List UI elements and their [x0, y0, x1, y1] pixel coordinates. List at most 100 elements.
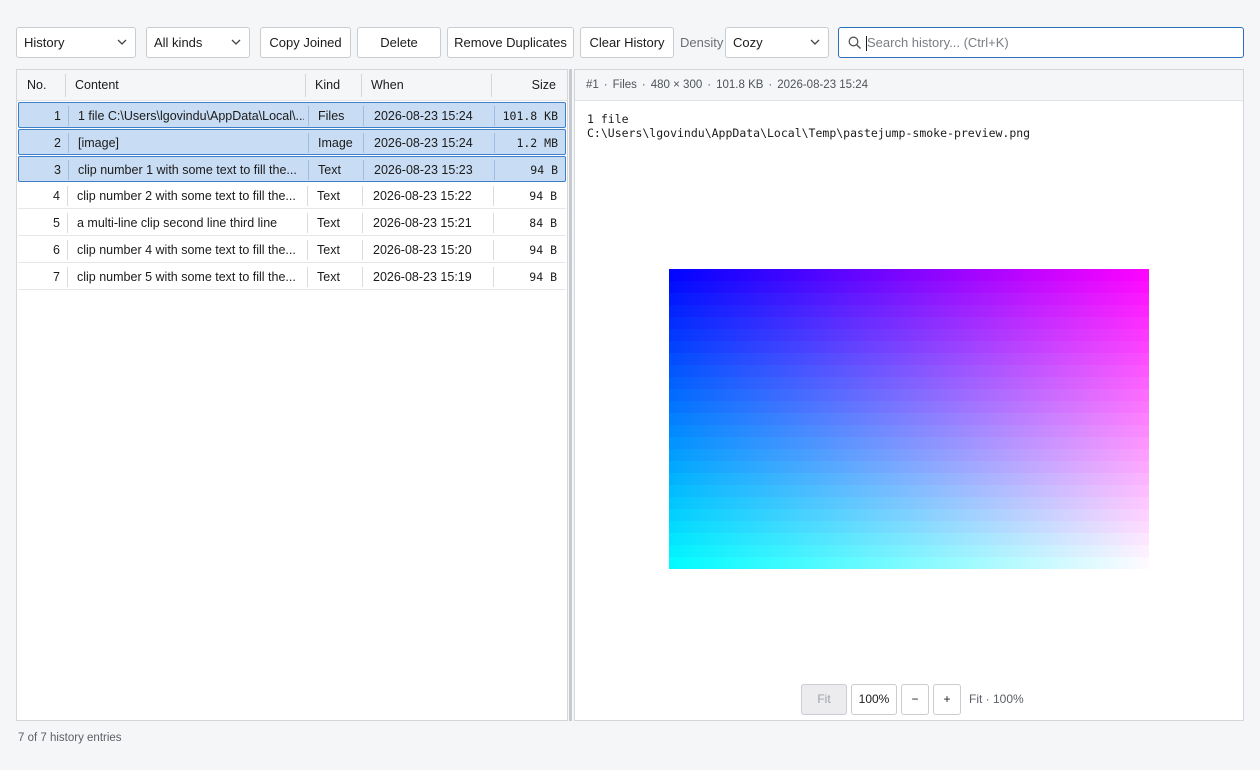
column-divider[interactable]: [491, 74, 492, 97]
cell-kind: Text: [317, 216, 340, 230]
cell-when: 2026-08-23 15:24: [374, 109, 473, 123]
table-row[interactable]: 7 clip number 5 with some text to fill th…: [18, 264, 566, 290]
gradient-band: [669, 485, 1149, 498]
density-select[interactable]: Cozy: [725, 27, 829, 58]
cell-divider: [362, 213, 363, 233]
cell-kind: Text: [317, 243, 340, 257]
zoom-100-button[interactable]: 100%: [851, 684, 897, 715]
text-caret: [866, 36, 867, 51]
gradient-band: [669, 413, 1149, 426]
table-row[interactable]: 1 1 file C:\Users\lgovindu\AppData\Local\…: [18, 102, 566, 128]
cell-when: 2026-08-23 15:19: [373, 270, 472, 284]
history-table[interactable]: No. Content Kind When Size 1 1 file C:\Us…: [16, 69, 568, 721]
cell-divider: [362, 267, 363, 287]
pane-splitter[interactable]: [569, 69, 572, 721]
separator-dot: ·: [707, 79, 712, 91]
cell-content: clip number 4 with some text to fill the…: [77, 243, 296, 257]
preview-text-line: C:\Users\lgovindu\AppData\Local\Temp\pas…: [587, 126, 1031, 140]
column-divider[interactable]: [65, 74, 66, 97]
preview-meta: #1 · Files · 480 × 300 · 101.8 KB · 2026-08-23 1…: [575, 70, 1243, 101]
chevron-down-icon: [231, 39, 241, 45]
column-header-when[interactable]: When: [371, 70, 471, 101]
gradient-band: [669, 317, 1149, 330]
column-header-size[interactable]: Size: [501, 70, 556, 101]
gradient-band: [669, 425, 1149, 438]
cell-no: 4: [53, 189, 60, 203]
preview-kind: Files: [612, 79, 637, 91]
table-row[interactable]: 4 clip number 2 with some text to fill th…: [18, 183, 566, 209]
zoom-out-button[interactable]: −: [901, 684, 929, 715]
cell-divider: [362, 240, 363, 260]
chevron-down-icon: [117, 39, 127, 45]
cell-divider: [493, 267, 494, 287]
table-row[interactable]: 5 a multi-line clip second line third lin…: [18, 210, 566, 236]
table-row[interactable]: 2 [image] Image 2026-08-23 15:24 1.2 MB: [18, 129, 566, 155]
cell-no: 5: [53, 216, 60, 230]
preview-when: 2026-08-23 15:24: [777, 79, 869, 91]
kind-select-value: All kinds: [154, 35, 203, 50]
preview-gradient: [669, 269, 1149, 569]
cell-when: 2026-08-23 15:22: [373, 189, 472, 203]
separator-dot: ·: [603, 79, 608, 91]
column-divider[interactable]: [361, 74, 362, 97]
cell-divider: [493, 213, 494, 233]
remove-duplicates-button[interactable]: Remove Duplicates: [447, 27, 574, 58]
gradient-band: [669, 437, 1149, 450]
cell-divider: [307, 240, 308, 260]
delete-button[interactable]: Delete: [357, 27, 441, 58]
gradient-band: [669, 533, 1149, 546]
cell-divider: [68, 106, 69, 126]
cell-divider: [363, 133, 364, 153]
kind-select[interactable]: All kinds: [146, 27, 250, 58]
cell-kind: Image: [318, 136, 353, 150]
gradient-band: [669, 545, 1149, 558]
gradient-band: [669, 293, 1149, 306]
cell-divider: [308, 106, 309, 126]
gradient-band: [669, 365, 1149, 378]
density-label: Density: [680, 35, 724, 50]
clear-history-button[interactable]: Clear History: [580, 27, 674, 58]
copy-joined-button[interactable]: Copy Joined: [260, 27, 351, 58]
cell-divider: [493, 186, 494, 206]
column-header-kind[interactable]: Kind: [315, 70, 355, 101]
column-divider[interactable]: [305, 74, 306, 97]
cell-when: 2026-08-23 15:20: [373, 243, 472, 257]
gradient-band: [669, 473, 1149, 486]
zoom-in-button[interactable]: +: [933, 684, 961, 715]
view-select-value: History: [24, 35, 65, 50]
table-row[interactable]: 6 clip number 4 with some text to fill th…: [18, 237, 566, 263]
cell-content: clip number 2 with some text to fill the…: [77, 189, 296, 203]
cell-size: 94 B: [530, 163, 558, 177]
gradient-band: [669, 329, 1149, 342]
separator-dot: ·: [641, 79, 646, 91]
preview-dimensions: 480 × 300: [650, 79, 703, 91]
cell-divider: [308, 160, 309, 180]
cell-content: a multi-line clip second line third line: [77, 216, 278, 230]
column-header-content[interactable]: Content: [75, 70, 295, 101]
preview-index: #1: [586, 79, 599, 91]
separator-dot: ·: [768, 79, 773, 91]
cell-kind: Text: [318, 163, 341, 177]
cell-divider: [68, 160, 69, 180]
search-input[interactable]: Search history... (Ctrl+K): [838, 27, 1244, 58]
cell-content: [image]: [78, 136, 119, 150]
zoom-fit-button[interactable]: Fit: [801, 684, 847, 715]
cell-divider: [308, 133, 309, 153]
table-row[interactable]: 3 clip number 1 with some text to fill th…: [18, 156, 566, 182]
gradient-band: [669, 497, 1149, 510]
column-header-no[interactable]: No.: [27, 70, 65, 101]
gradient-band: [669, 389, 1149, 402]
cell-content: clip number 1 with some text to fill the…: [78, 163, 297, 177]
cell-size: 101.8 KB: [502, 109, 558, 123]
zoom-info: Fit · 100%: [969, 692, 1024, 706]
cell-divider: [363, 160, 364, 180]
cell-divider: [68, 133, 69, 153]
preview-panel: #1 · Files · 480 × 300 · 101.8 KB · 2026-08-23 1…: [574, 69, 1244, 721]
cell-divider: [494, 133, 495, 153]
gradient-band: [669, 269, 1149, 282]
cell-divider: [67, 213, 68, 233]
view-select[interactable]: History: [16, 27, 136, 58]
cell-size: 94 B: [529, 270, 557, 284]
cell-content: 1 file C:\Users\lgovindu\AppData\Local\.…: [78, 109, 304, 123]
gradient-band: [669, 305, 1149, 318]
